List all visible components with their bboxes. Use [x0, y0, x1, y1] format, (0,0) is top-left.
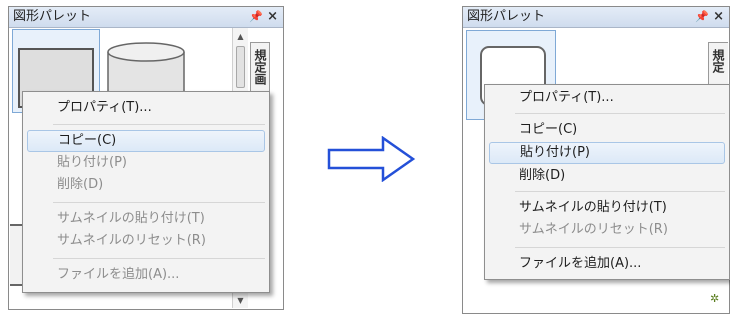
left-palette-title: 図形パレット: [13, 9, 92, 24]
menu-item-paste-thumbnail[interactable]: サムネイルの貼り付け(T): [489, 197, 725, 219]
menu-item-paste[interactable]: 貼り付け(P): [489, 142, 725, 164]
menu-separator: [515, 113, 725, 114]
close-icon[interactable]: ×: [267, 7, 278, 27]
right-palette-title: 図形パレット: [467, 9, 546, 24]
right-arrow-icon: [327, 136, 416, 182]
left-side-tab-label: 規定画: [253, 49, 267, 85]
menu-item-reset-thumbnail[interactable]: サムネイルのリセット(R): [489, 219, 725, 241]
menu-item-copy[interactable]: コピー(C): [27, 130, 265, 152]
scroll-up-arrow-icon[interactable]: ▲: [233, 32, 248, 41]
menu-item-properties[interactable]: プロパティ(T)...: [27, 97, 265, 119]
scroll-down-arrow-icon[interactable]: ▼: [233, 296, 248, 305]
right-context-menu: プロパティ(T)... コピー(C) 貼り付け(P) 削除(D) サムネイルの貼…: [484, 84, 730, 280]
menu-separator: [53, 258, 265, 259]
menu-separator: [53, 124, 265, 125]
menu-item-reset-thumbnail[interactable]: サムネイルのリセット(R): [27, 230, 265, 252]
menu-item-copy[interactable]: コピー(C): [489, 119, 725, 141]
close-icon[interactable]: ×: [713, 7, 724, 27]
right-side-tab-label: 規定: [711, 49, 725, 73]
pin-icon[interactable]: 📌: [695, 7, 709, 27]
right-palette-title-bar[interactable]: 図形パレット 📌 ×: [463, 7, 729, 28]
menu-separator: [53, 202, 265, 203]
menu-item-delete[interactable]: 削除(D): [489, 165, 725, 187]
menu-separator: [515, 191, 725, 192]
left-context-menu: プロパティ(T)... コピー(C) 貼り付け(P) 削除(D) サムネイルの貼…: [22, 91, 270, 293]
shape-library-icon[interactable]: ✲: [710, 292, 719, 305]
menu-item-paste[interactable]: 貼り付け(P): [27, 152, 265, 174]
pin-icon[interactable]: 📌: [249, 7, 263, 27]
menu-separator: [515, 247, 725, 248]
menu-item-add-file[interactable]: ファイルを追加(A)...: [489, 253, 725, 275]
right-side-tab[interactable]: 規定: [708, 42, 728, 88]
scrollbar-thumb[interactable]: [236, 46, 245, 88]
menu-item-properties[interactable]: プロパティ(T)...: [489, 87, 725, 109]
menu-item-add-file[interactable]: ファイルを追加(A)...: [27, 264, 265, 286]
menu-item-paste-thumbnail[interactable]: サムネイルの貼り付け(T): [27, 208, 265, 230]
menu-item-delete[interactable]: 削除(D): [27, 174, 265, 196]
left-palette-title-bar[interactable]: 図形パレット 📌 ×: [9, 7, 283, 28]
